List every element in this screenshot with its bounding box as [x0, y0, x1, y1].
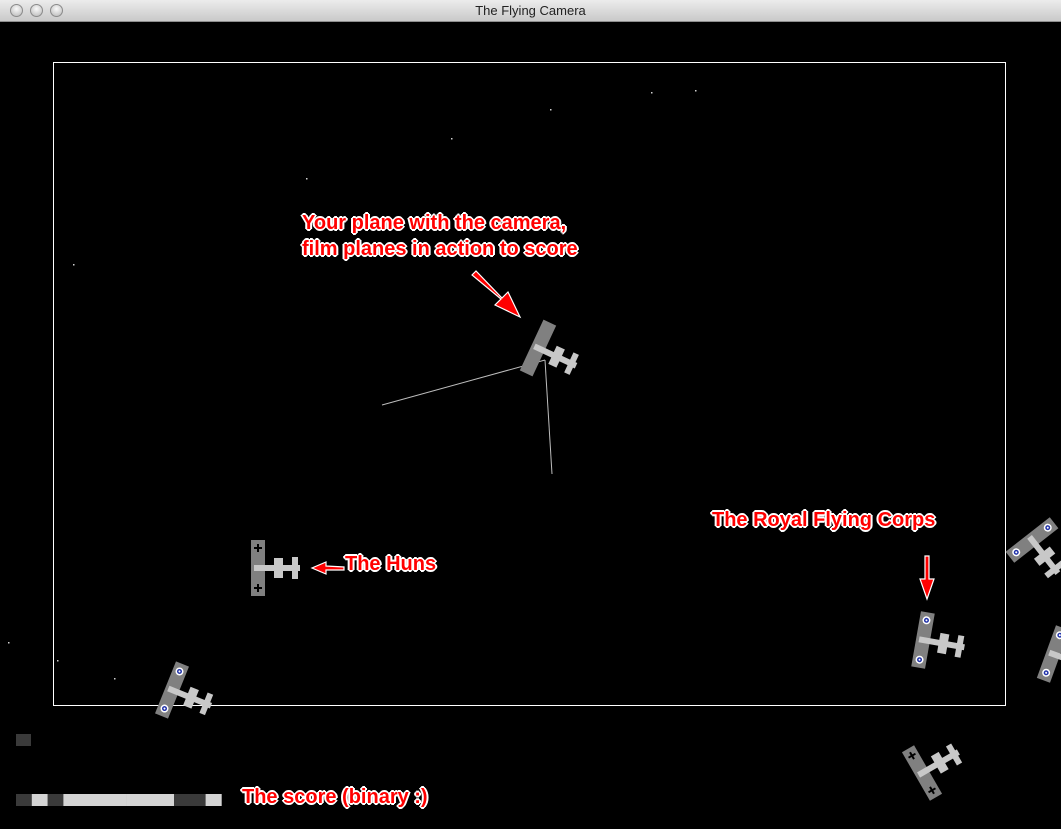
game-scene: [8, 62, 1061, 806]
score-bit: [126, 794, 143, 806]
score-bit: [79, 794, 96, 806]
score-bit: [63, 794, 80, 806]
score-bit: [31, 794, 48, 806]
annotation-camera-line2: film planes in action to score: [302, 238, 578, 260]
allied-plane-rfc: [1036, 625, 1061, 695]
game-canvas[interactable]: Your plane with the camera, film planes …: [0, 22, 1061, 829]
player-camera-plane: [519, 319, 588, 392]
title-bar: The Flying Camera: [0, 0, 1061, 22]
annotation-score: The score (binary :): [242, 786, 428, 808]
score-bit: [95, 794, 112, 806]
game-window: The Flying Camera Your plane with the ca…: [0, 0, 1061, 829]
score-bit: [47, 794, 64, 806]
score-bit: [205, 794, 222, 806]
score-bit: [142, 794, 159, 806]
allied-plane-rfc: [1005, 517, 1061, 591]
enemy-plane-hun: [901, 727, 973, 801]
score-bit: [158, 794, 175, 806]
score-bit: [110, 794, 127, 806]
allied-plane-rfc: [155, 661, 222, 732]
score-bit: [16, 794, 33, 806]
annotation-camera-line1: Your plane with the camera,: [302, 212, 567, 234]
annotation-huns: The Huns: [345, 553, 437, 575]
annotation-rfc: The Royal Flying Corps: [712, 509, 936, 531]
camera-view-lines: [381, 359, 553, 475]
score-bit: [189, 794, 206, 806]
window-title: The Flying Camera: [475, 3, 586, 18]
annotation-arrows: [310, 270, 935, 601]
binary-score-bar: [16, 794, 222, 806]
score-bit: [174, 794, 191, 806]
lives-indicator: [16, 734, 31, 746]
allied-plane-rfc: [911, 611, 970, 675]
enemy-plane-hun: [251, 540, 300, 596]
star-field: [8, 90, 697, 680]
camera-viewfinder-frame: [53, 62, 1006, 706]
